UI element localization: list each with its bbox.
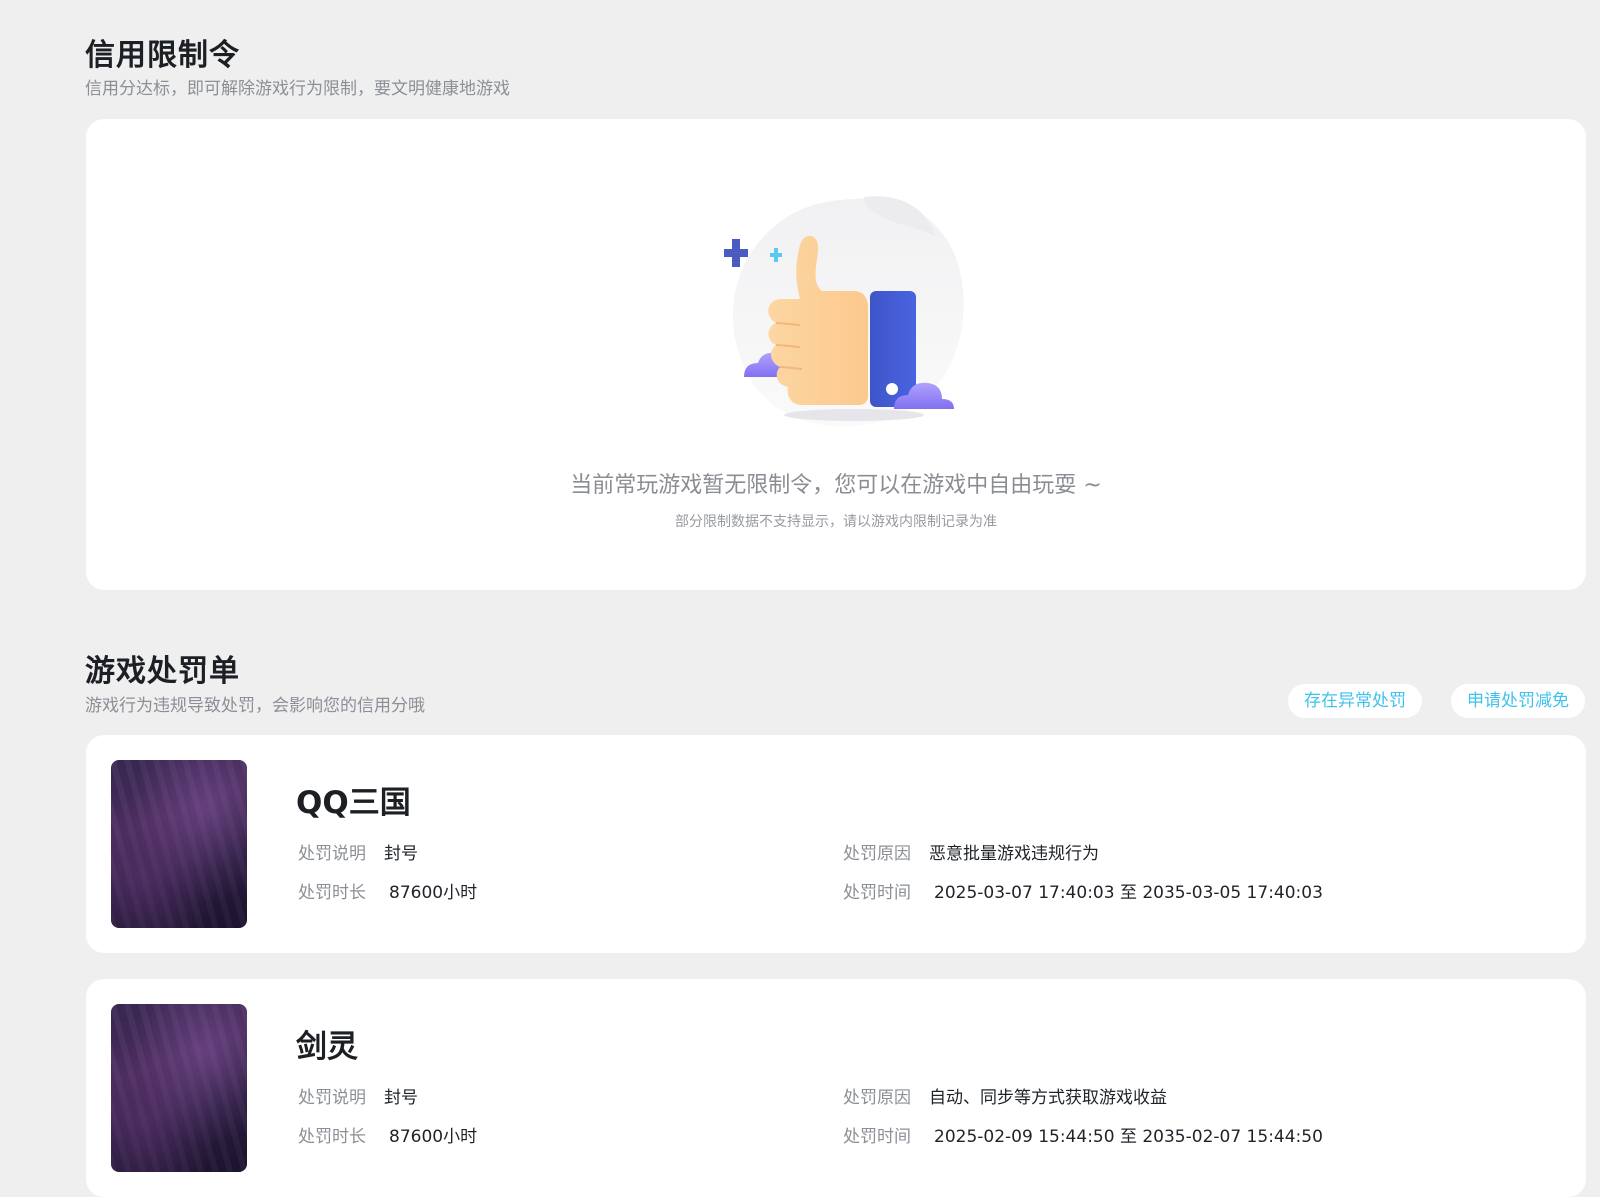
credit-restriction-card: 当前常玩游戏暂无限制令，您可以在游戏中自由玩耍 ~ 部分限制数据不支持显示，请以… xyxy=(86,119,1586,590)
penalty-duration-value: 87600小时 xyxy=(389,1127,478,1147)
empty-state-note: 部分限制数据不支持显示，请以游戏内限制记录为准 xyxy=(675,514,997,530)
penalty-time-value: 2025-03-07 17:40:03 至 2035-03-05 17:40:0… xyxy=(934,883,1323,903)
penalty-time-field: 处罚时间 2025-02-09 15:44:50 至 2035-02-07 15:… xyxy=(843,1122,1323,1147)
penalty-reason-value: 自动、同步等方式获取游戏收益 xyxy=(929,1088,1167,1108)
penalty-section-subtitle: 游戏行为违规导致处罚，会影响您的信用分哦 xyxy=(85,696,425,716)
credit-section-subtitle: 信用分达标，即可解除游戏行为限制，要文明健康地游戏 xyxy=(85,79,510,99)
penalty-duration-label: 处罚时长 xyxy=(298,883,366,903)
penalty-reason-field: 处罚原因 自动、同步等方式获取游戏收益 xyxy=(843,1083,1167,1108)
appeal-penalty-button[interactable]: 申请处罚减免 xyxy=(1451,684,1585,718)
thumbs-up-illustration-icon xyxy=(724,196,964,427)
game-cover-image xyxy=(111,1004,247,1172)
penalty-desc-label: 处罚说明 xyxy=(298,844,366,864)
game-name: 剑灵 xyxy=(296,1029,358,1065)
penalty-time-field: 处罚时间 2025-03-07 17:40:03 至 2035-03-05 17:… xyxy=(843,878,1323,903)
penalty-duration-field: 处罚时长 87600小时 xyxy=(298,1122,477,1147)
penalty-reason-label: 处罚原因 xyxy=(843,1088,911,1108)
penalty-time-label: 处罚时间 xyxy=(843,883,911,903)
game-name: QQ三国 xyxy=(296,785,411,821)
empty-state-title: 当前常玩游戏暂无限制令，您可以在游戏中自由玩耍 ~ xyxy=(570,473,1102,498)
penalty-section-title: 游戏处罚单 xyxy=(85,654,240,689)
penalty-desc-value: 封号 xyxy=(384,1088,418,1108)
game-cover-image xyxy=(111,760,247,928)
penalty-reason-label: 处罚原因 xyxy=(843,844,911,864)
penalty-item-card: 剑灵 处罚说明 封号 处罚时长 87600小时 处罚原因 自动、同步等方式获取游戏收益… xyxy=(86,979,1586,1197)
penalty-item-card: QQ三国 处罚说明 封号 处罚时长 87600小时 处罚原因 恶意批量游戏违规行为 处… xyxy=(86,735,1586,953)
penalty-desc-field: 处罚说明 封号 xyxy=(298,839,418,864)
penalty-duration-value: 87600小时 xyxy=(389,883,478,903)
penalty-reason-value: 恶意批量游戏违规行为 xyxy=(929,844,1099,864)
penalty-duration-label: 处罚时长 xyxy=(298,1127,366,1147)
penalty-desc-field: 处罚说明 封号 xyxy=(298,1083,418,1108)
credit-section-title: 信用限制令 xyxy=(85,38,240,73)
abnormal-penalty-button[interactable]: 存在异常处罚 xyxy=(1288,684,1422,718)
penalty-time-label: 处罚时间 xyxy=(843,1127,911,1147)
penalty-desc-value: 封号 xyxy=(384,844,418,864)
penalty-desc-label: 处罚说明 xyxy=(298,1088,366,1108)
penalty-reason-field: 处罚原因 恶意批量游戏违规行为 xyxy=(843,839,1099,864)
penalty-duration-field: 处罚时长 87600小时 xyxy=(298,878,477,903)
penalty-time-value: 2025-02-09 15:44:50 至 2035-02-07 15:44:5… xyxy=(934,1127,1323,1147)
